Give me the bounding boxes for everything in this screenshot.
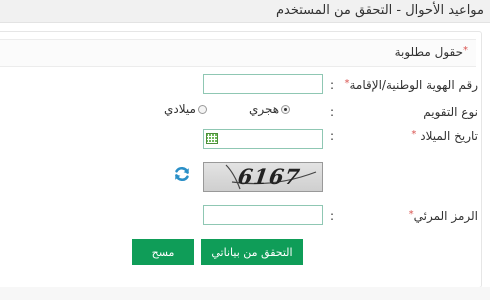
colon: : [330, 78, 335, 92]
required-star: * [411, 129, 417, 140]
birth-date-label: تاريخ الميلاد * [411, 129, 478, 143]
required-fields-note: *حقول مطلوبة [395, 45, 468, 59]
colon: : [330, 129, 335, 143]
required-fields-text: حقول مطلوبة [394, 45, 463, 59]
id-number-label: رقم الهوية الوطنية/الإقامة* [344, 78, 478, 92]
calendar-icon[interactable] [206, 133, 218, 144]
page-title: مواعيد الأحوال - التحقق من المستخدم [275, 3, 484, 18]
refresh-icon-svg [175, 166, 189, 182]
birth-date-input[interactable] [203, 129, 323, 149]
page-header: مواعيد الأحوال - التحقق من المستخدم [0, 0, 490, 23]
refresh-icon[interactable] [173, 165, 191, 183]
radio-gregorian-indicator[interactable] [197, 104, 207, 114]
required-fields-bar: *حقول مطلوبة [0, 39, 476, 67]
radio-gregorian-label: ميلادي [164, 102, 196, 116]
verify-button[interactable]: التحقق من بياناتي [201, 239, 303, 265]
radio-hijri-label: هجري [249, 102, 280, 116]
bottom-strip [0, 287, 490, 300]
radio-hijri[interactable]: هجري [249, 102, 291, 116]
visual-code-input[interactable] [203, 205, 323, 225]
required-star: * [463, 45, 468, 56]
visual-code-label-text: الرمز المرئي [413, 209, 478, 223]
radio-hijri-indicator[interactable] [281, 104, 291, 114]
radio-gregorian[interactable]: ميلادي [164, 102, 207, 116]
calendar-type-label: نوع التقويم [423, 105, 478, 119]
visual-code-label: الرمز المرئي* [409, 209, 478, 223]
id-number-input[interactable] [203, 74, 323, 94]
captcha-text: 6167 [236, 164, 303, 189]
page: مواعيد الأحوال - التحقق من المستخدم *حقو… [0, 0, 490, 300]
birth-date-label-text: تاريخ الميلاد [420, 129, 478, 143]
id-number-label-text: رقم الهوية الوطنية/الإقامة [349, 78, 478, 92]
clear-button[interactable]: مسح [132, 239, 194, 265]
captcha-image: 6167 [203, 162, 323, 192]
colon: : [330, 105, 335, 119]
colon: : [330, 209, 335, 223]
